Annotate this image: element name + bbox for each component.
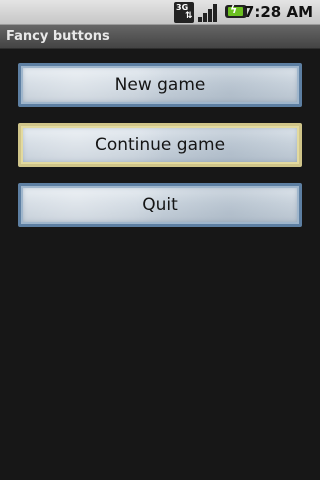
app-title: Fancy buttons [6,29,110,44]
continue-game-button[interactable]: Continue game [18,123,302,167]
quit-label: Quit [142,195,178,215]
status-bar: 3G ⇅ ϟ 7:28 AM [0,0,320,25]
app-screen: 3G ⇅ ϟ 7:28 AM Fancy buttons New game Co… [0,0,320,480]
new-game-button[interactable]: New game [18,63,302,107]
3g-data-icon: 3G ⇅ [174,2,194,23]
new-game-label: New game [114,75,206,95]
continue-game-label: Continue game [94,135,226,155]
status-time: 7:28 AM [243,3,313,21]
title-bar: Fancy buttons [0,25,320,49]
signal-strength-icon [197,2,219,23]
quit-button[interactable]: Quit [18,183,302,227]
